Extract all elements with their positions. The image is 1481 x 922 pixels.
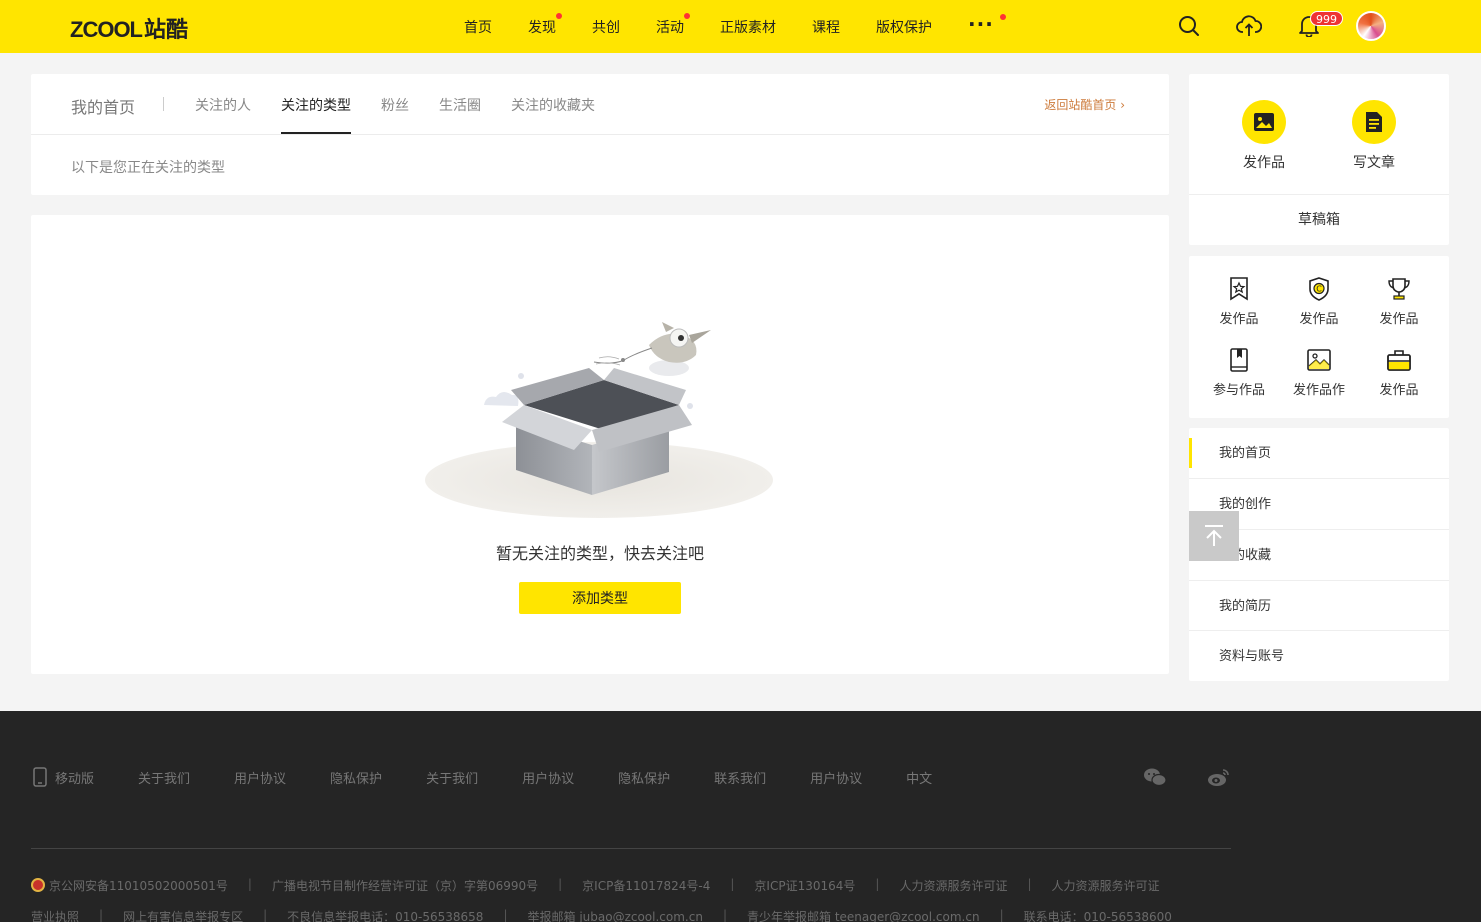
grid-label: 发作品 — [1379, 312, 1419, 327]
footer-link-mobile[interactable]: 移动版 — [33, 767, 94, 787]
footer-report-email[interactable]: 举报邮箱 jubao@zcool.com.cn — [528, 908, 703, 922]
footer-license-row: 京公网安备110105020005​01号 | 广播电视节目制作经营许可证（京）字… — [31, 877, 1160, 894]
nav-more-button[interactable]: ··· — [968, 12, 1006, 36]
empty-message: 暂无关注的类型，快去关注吧 — [495, 544, 704, 563]
tab-following-people[interactable]: 关注的人 — [195, 95, 251, 115]
grid-item-book[interactable]: 参与作品 — [1204, 347, 1274, 398]
svg-text:C: C — [1316, 285, 1322, 294]
tab-following-categories[interactable]: 关注的类型 — [281, 95, 351, 115]
footer-business-license[interactable]: 营业执照 — [31, 908, 79, 922]
footer-report-row: 营业执照 | 网上有害信息举报专区 | 不良信息举报电话：010-56538658 … — [31, 908, 1172, 922]
footer-link-contact[interactable]: 联系我们 — [714, 768, 766, 787]
nav-item-stock[interactable]: 正版素材 — [720, 17, 776, 37]
publish-card: 发作品 写文章 草稿箱 — [1189, 74, 1449, 245]
grid-label: 发作品作 — [1292, 383, 1345, 398]
menu-profile-account[interactable]: 资料与账号 — [1189, 630, 1449, 681]
copyright-shield-icon: C — [1284, 276, 1354, 302]
footer-divider — [31, 848, 1231, 849]
footer-link-about[interactable]: 关于我们 — [426, 768, 478, 787]
book-icon — [1204, 347, 1274, 373]
search-icon[interactable] — [1176, 13, 1202, 39]
footer-link-language[interactable]: 中文 — [906, 768, 932, 787]
publish-work-button[interactable]: 发作品 — [1234, 100, 1294, 172]
publish-work-label: 发作品 — [1243, 155, 1285, 171]
write-article-button[interactable]: 写文章 — [1344, 100, 1404, 172]
upload-cloud-icon[interactable] — [1236, 13, 1262, 39]
red-dot-indicator — [556, 12, 562, 19]
tab-following-collections[interactable]: 关注的收藏夹 — [511, 95, 595, 115]
tab-divider — [163, 97, 164, 111]
trophy-icon — [1364, 276, 1434, 302]
arrow-up-icon — [1205, 525, 1223, 546]
footer-link-terms[interactable]: 用户协议 — [234, 768, 286, 787]
add-category-button[interactable]: 添加类型 — [519, 582, 681, 614]
footer-hr-license[interactable]: 人力资源服务许可证 — [899, 877, 1007, 894]
notification-bell-icon[interactable]: 999 — [1296, 11, 1343, 39]
grid-label: 发作品 — [1299, 312, 1339, 327]
main-nav: 首页 发现 共创 活动 正版素材 课程 版权保护 ··· — [464, 0, 1030, 53]
nav-item-home[interactable]: 首页 — [464, 17, 492, 37]
notification-badge: 999 — [1310, 11, 1343, 26]
site-footer: 移动版 关于我们 用户协议 隐私保护 关于我们 用户协议 隐私保护 联系我们 用… — [0, 711, 1481, 922]
empty-box-illustration — [425, 322, 773, 518]
top-navbar: ZCOOL站酷 首页 发现 共创 活动 正版素材 课程 版权保护 ··· 999 — [0, 0, 1481, 53]
weibo-icon[interactable] — [1207, 767, 1231, 787]
briefcase-icon — [1364, 347, 1434, 373]
red-dot-indicator — [684, 12, 690, 19]
zcool-logo[interactable]: ZCOOL站酷 — [70, 12, 188, 44]
red-dot-indicator — [999, 13, 1006, 20]
ribbon-star-icon — [1204, 276, 1274, 302]
tab-my-home[interactable]: 我的首页 — [71, 94, 135, 118]
footer-police-record[interactable]: 京公网安备110105020005​01号 — [31, 877, 228, 894]
mobile-phone-icon — [33, 767, 47, 787]
grid-label: 发作品 — [1379, 383, 1419, 398]
footer-link-privacy[interactable]: 隐私保护 — [330, 768, 382, 787]
nav-item-courses[interactable]: 课程 — [812, 17, 840, 37]
footer-icp-license[interactable]: 京ICP证130164号 — [754, 877, 855, 894]
menu-my-home[interactable]: 我的首页 — [1189, 428, 1449, 479]
back-to-top-button[interactable] — [1189, 511, 1239, 561]
footer-icp-record[interactable]: 京ICP备11017824号-4 — [582, 877, 710, 894]
grid-item-briefcase[interactable]: 发作品 — [1364, 347, 1434, 398]
feature-grid-card: 发作品 C 发作品 发作品 参与作品 发作品作 发作品 — [1189, 256, 1449, 418]
grid-item-picture[interactable]: 发作品作 — [1284, 347, 1354, 398]
user-avatar[interactable] — [1356, 11, 1386, 41]
nav-item-activity[interactable]: 活动 — [656, 12, 690, 37]
footer-link-about[interactable]: 关于我们 — [138, 768, 190, 787]
empty-state-card: 暂无关注的类型，快去关注吧 添加类型 — [31, 215, 1169, 674]
back-to-zcool-link[interactable]: 返回站酷首页 › — [1044, 96, 1125, 113]
footer-link-terms[interactable]: 用户协议 — [810, 768, 862, 787]
police-badge-icon — [31, 878, 45, 892]
footer-report-phone: 不良信息举报电话：010-56538658 — [287, 910, 484, 922]
wechat-icon[interactable] — [1143, 767, 1167, 787]
page-description: 以下是您正在关注的类型 — [71, 160, 225, 176]
footer-harmful-info-report[interactable]: 网上有害信息举报专区 — [123, 908, 243, 922]
footer-link-terms[interactable]: 用户协议 — [522, 768, 574, 787]
write-article-label: 写文章 — [1353, 155, 1395, 171]
footer-teen-report-email[interactable]: 青少年举报邮箱 teenager@zcool.com.cn — [747, 908, 980, 922]
chevron-right-icon: › — [1120, 98, 1125, 112]
footer-broadcast-license[interactable]: 广播电视节目制作经营许可证（京）字第06990号 — [272, 877, 538, 894]
image-icon — [1242, 100, 1286, 144]
grid-item-trophy[interactable]: 发作品 — [1364, 276, 1434, 327]
document-icon — [1352, 100, 1396, 144]
grid-label: 参与作品 — [1212, 383, 1265, 398]
grid-item-copyright[interactable]: C 发作品 — [1284, 276, 1354, 327]
nav-item-copyright[interactable]: 版权保护 — [876, 17, 932, 37]
grid-item-ribbon[interactable]: 发作品 — [1204, 276, 1274, 327]
active-tab-indicator — [281, 132, 351, 134]
footer-link-privacy[interactable]: 隐私保护 — [618, 768, 670, 787]
footer-hr-license[interactable]: 人力资源服务许可证 — [1052, 877, 1160, 894]
following-tabs-card: 我的首页 关注的人 关注的类型 粉丝 生活圈 关注的收藏夹 返回站酷首页 › 以… — [31, 74, 1169, 195]
menu-my-resume[interactable]: 我的简历 — [1189, 580, 1449, 631]
drafts-button[interactable]: 草稿箱 — [1189, 194, 1449, 245]
footer-contact-phone: 联系电话：010-56538600 — [1023, 910, 1172, 922]
picture-icon — [1284, 347, 1354, 373]
nav-item-cocreate[interactable]: 共创 — [592, 17, 620, 37]
nav-item-discover[interactable]: 发现 — [528, 12, 562, 37]
tab-fans[interactable]: 粉丝 — [381, 95, 409, 115]
tab-life-circle[interactable]: 生活圈 — [439, 95, 481, 115]
grid-label: 发作品 — [1219, 312, 1259, 327]
